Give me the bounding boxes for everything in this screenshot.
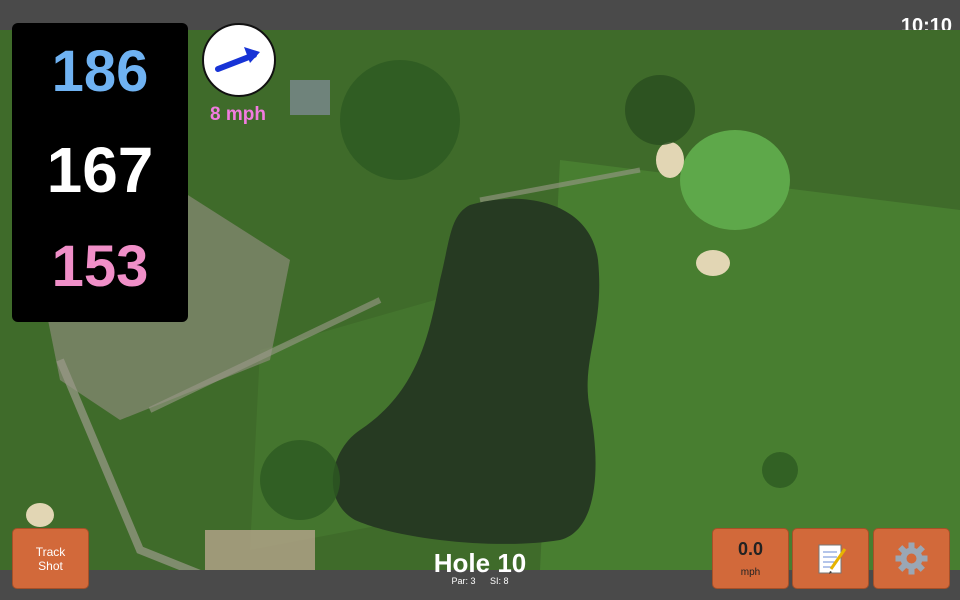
wind-speed: 8 mph xyxy=(210,104,266,125)
settings-button[interactable] xyxy=(873,528,950,589)
wind-indicator xyxy=(202,23,276,97)
notes-button[interactable] xyxy=(792,528,869,589)
arrow-right-up-icon xyxy=(215,47,260,72)
track-shot-button[interactable]: Track Shot xyxy=(12,528,89,589)
track-shot-label-2: Shot xyxy=(38,559,63,573)
distance-back: 186 xyxy=(51,39,149,104)
gear-icon xyxy=(895,542,928,575)
hole-meta: Par: 3 SI: 8 xyxy=(380,576,580,586)
notepad-icon xyxy=(818,544,847,574)
hole-si: SI: 8 xyxy=(490,576,509,586)
speed-button[interactable]: 0.0 mph xyxy=(712,528,789,589)
distance-middle: 167 xyxy=(46,134,154,206)
track-shot-label-1: Track xyxy=(35,545,66,559)
speed-unit: mph xyxy=(740,567,761,578)
hole-par: Par: 3 xyxy=(451,576,476,586)
hole-title: Hole 10 xyxy=(433,548,527,578)
distance-front: 153 xyxy=(51,234,149,299)
speed-value: 0.0 xyxy=(737,539,764,559)
distance-panel: 186 167 153 xyxy=(12,23,188,322)
